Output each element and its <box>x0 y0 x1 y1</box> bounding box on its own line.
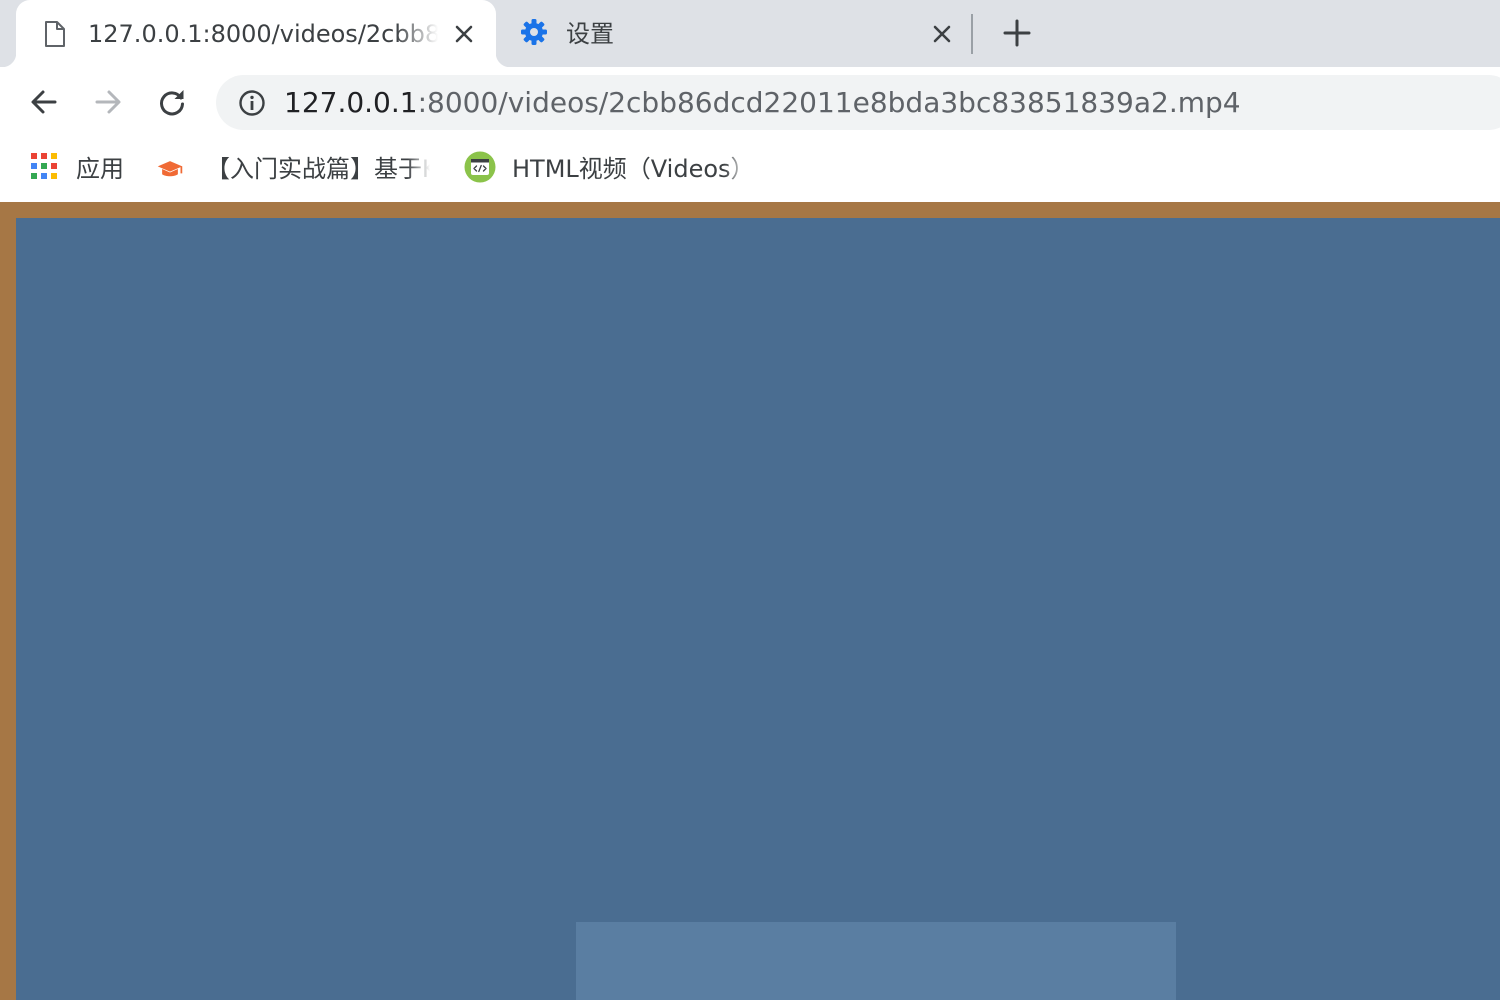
bookmarks-bar: 应用 【入门实战篇】基于K HTML视频（Videos） <box>0 136 1500 202</box>
bookmark-label: 应用 <box>76 155 124 183</box>
graduation-cap-icon <box>157 161 183 177</box>
tab-strip: 127.0.0.1:8000/videos/2cbb86dcd22011e8bd… <box>0 0 1500 67</box>
bookmark-label: HTML视频（Videos） <box>512 155 748 183</box>
tab-separator <box>971 14 973 54</box>
video-control-bar[interactable] <box>576 922 1176 1000</box>
apps-grid-icon <box>31 153 57 179</box>
document-icon <box>45 21 65 47</box>
tab-video[interactable]: 127.0.0.1:8000/videos/2cbb86dcd22011e8bd… <box>2 0 510 67</box>
bookmark-label: 【入门实战篇】基于K <box>206 155 430 183</box>
bookmark-item[interactable]: 【入门实战篇】基于K <box>156 150 436 188</box>
forward-arrow-icon[interactable] <box>92 86 124 118</box>
bookmark-item[interactable]: HTML视频（Videos） <box>464 150 754 188</box>
code-window-icon <box>464 151 496 183</box>
tab-title: 设置 <box>566 20 614 48</box>
back-arrow-icon[interactable] <box>28 86 60 118</box>
bookmark-apps[interactable]: 应用 <box>30 150 130 188</box>
page-content <box>0 202 1500 1000</box>
url-text[interactable]: 127.0.0.1:8000/videos/2cbb86dcd22011e8bd… <box>284 84 1241 122</box>
reload-icon[interactable] <box>156 86 188 118</box>
close-icon[interactable] <box>930 22 954 46</box>
info-icon[interactable] <box>238 89 266 117</box>
tab-settings[interactable]: 设置 <box>496 0 972 67</box>
video-player[interactable] <box>16 218 1500 1000</box>
tab-title: 127.0.0.1:8000/videos/2cbb86dcd22011e8bd… <box>88 20 438 48</box>
url-path: :8000/videos/2cbb86dcd22011e8bda3bc83851… <box>417 86 1241 119</box>
address-bar[interactable]: 127.0.0.1:8000/videos/2cbb86dcd22011e8bd… <box>216 75 1500 130</box>
url-host: 127.0.0.1 <box>284 86 418 119</box>
gear-icon <box>521 19 547 45</box>
close-icon[interactable] <box>452 22 476 46</box>
new-tab-plus-icon[interactable] <box>1000 16 1034 50</box>
browser-toolbar: 127.0.0.1:8000/videos/2cbb86dcd22011e8bd… <box>0 67 1500 136</box>
